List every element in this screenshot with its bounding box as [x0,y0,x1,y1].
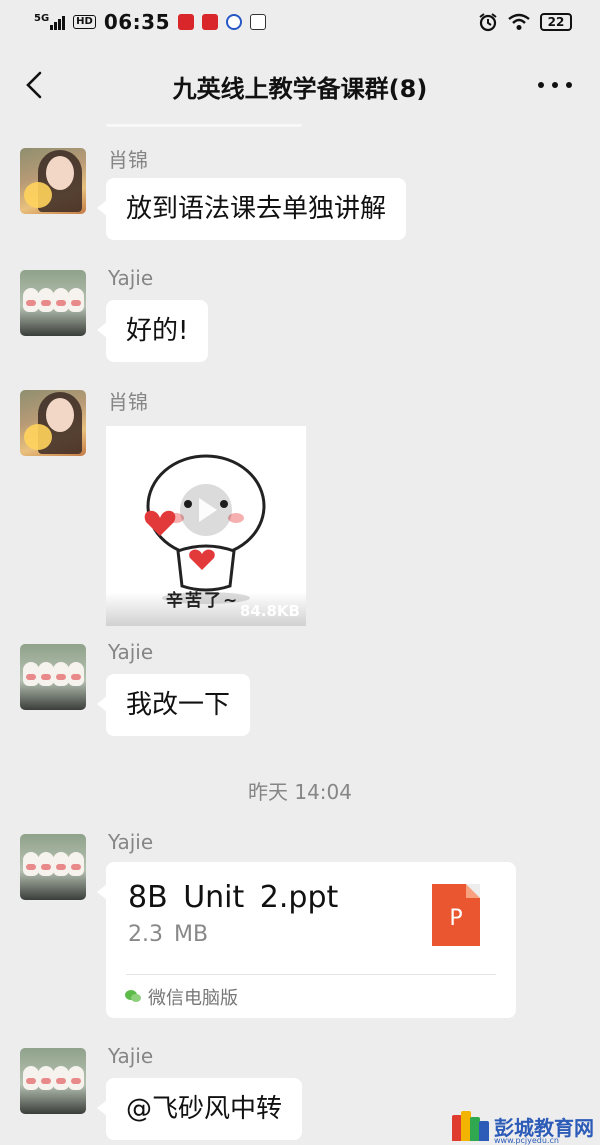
status-right: 22 [478,12,572,32]
file-message[interactable]: 8B Unit 2.ppt 2.3 MB P 微信电脑版 [97,862,516,1018]
file-size: 2.3 MB [128,922,209,947]
avatar[interactable] [20,644,86,710]
previous-message-edge [106,124,302,127]
chat-header: 九英线上教学备课群(8) [0,56,600,116]
avatar[interactable] [20,834,86,900]
more-options-icon[interactable] [538,72,572,98]
avatar[interactable] [20,1048,86,1114]
watermark: 彭城教育网 www.pcjyedu.cn [452,1106,594,1145]
avatar[interactable] [20,148,86,214]
hd-badge: HD [73,15,96,29]
back-arrow-icon[interactable] [22,70,52,100]
play-icon [180,484,232,536]
message-bubble[interactable]: @飞砂风中转 [96,1078,303,1140]
file-source: 微信电脑版 [148,988,238,1009]
notification-app-icon [226,14,243,30]
chat-timestamp: 昨天 14:04 [248,780,352,804]
sticker-message[interactable]: 辛苦了~ 84.8KB [106,426,306,626]
sender-name: Yajie [108,830,154,854]
divider [126,974,496,975]
chat-title: 九英线上教学备课群(8) [172,74,428,103]
notification-app-icon [250,14,267,30]
alarm-icon [479,13,497,32]
signal-icon: 5G [34,13,66,30]
sender-name: 肖锦 [108,390,148,414]
avatar[interactable] [20,390,86,456]
ppt-file-icon: P [432,884,480,946]
battery-level: 22 [547,15,565,29]
sender-name: Yajie [108,1044,154,1068]
message-bubble[interactable]: 我改一下 [96,674,251,736]
wifi-icon [508,13,530,30]
status-left: 5G HD 06:35 [34,10,267,34]
wechat-icon [125,990,141,1002]
battery-icon: 22 [540,13,572,31]
ppt-icon-letter: P [449,906,463,931]
sender-name: 肖锦 [108,148,148,172]
message-bubble[interactable]: 放到语法课去单独讲解 [96,178,407,240]
status-bar: 5G HD 06:35 22 [0,0,600,44]
message-bubble[interactable]: 好的! [96,300,209,362]
sender-name: Yajie [108,640,154,664]
network-type: 5G [34,13,50,24]
watermark-url: www.pcjyedu.cn [494,1136,559,1145]
file-name: 8B Unit 2.ppt [128,880,339,915]
clock: 06:35 [103,10,171,34]
notification-app-icon [202,14,219,30]
notification-app-icon [178,14,195,30]
sticker-size: 84.8KB [239,602,300,620]
sender-name: Yajie [108,266,154,290]
books-logo-icon [452,1111,489,1141]
avatar[interactable] [20,270,86,336]
